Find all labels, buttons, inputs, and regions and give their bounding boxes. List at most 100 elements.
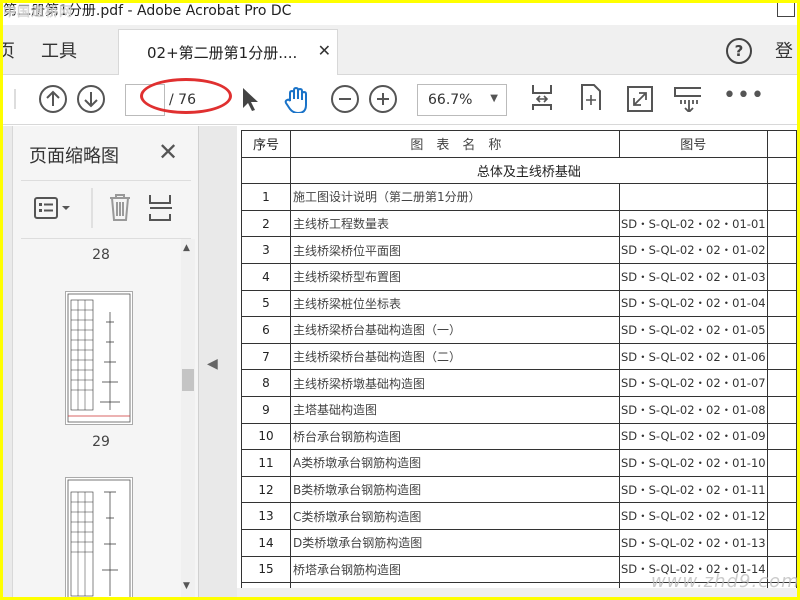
document-view[interactable]: 序号 图 表 名 称 图号 总体及主线桥基础 1 施工图设计说明（第二册第1分册）… xyxy=(237,126,797,597)
thumbnail-page-number: 29 xyxy=(92,434,110,450)
table-cell-code: SD・S-QL-02・02・01-01 xyxy=(618,209,768,238)
table-cell-code xyxy=(618,183,768,211)
table-cell-no: 2 xyxy=(241,209,291,238)
table-cell xyxy=(766,262,797,291)
annotation-ellipse xyxy=(140,78,232,114)
table-cell-code: SD・S-QL-02・02・01-09 xyxy=(618,422,768,451)
close-icon[interactable]: ✕ xyxy=(318,41,331,60)
drawing-thumbnail-icon xyxy=(67,293,131,423)
zoom-select[interactable]: 66.7% ▼ xyxy=(417,84,507,116)
scroll-up-icon[interactable]: ▲ xyxy=(183,243,190,253)
scroll-thumb[interactable] xyxy=(182,369,194,391)
panel-collapse-strip[interactable]: ◀ xyxy=(199,126,237,597)
table-cell-name: A类桥墩承台钢筋构造图 xyxy=(289,449,620,477)
table-cell-code: SD・S-QL-02・02・01-03 xyxy=(618,262,768,291)
table-row: 6 主线桥梁桥台基础构造图（一） SD・S-QL-02・02・01-05 xyxy=(241,316,797,344)
select-cursor-icon[interactable] xyxy=(235,85,263,113)
scroll-down-icon[interactable]: ▼ xyxy=(183,581,190,591)
tab-tools[interactable]: 工具 xyxy=(41,37,77,63)
table-row: 3 主线桥梁桥位平面图 SD・S-QL-02・02・01-02 xyxy=(241,236,797,264)
table-cell-no: 10 xyxy=(241,422,291,451)
table-cell-code: SD・S-QL-02・02・01-05 xyxy=(618,316,768,344)
toolbar: / 76 66.7% ▼ ••• xyxy=(3,75,797,125)
table-row: 13 C类桥墩承台钢筋构造图 SD・S-QL-02・02・01-12 xyxy=(241,502,797,530)
divider xyxy=(91,188,93,228)
table-cell-code: SD・S-QL-02・02・01-08 xyxy=(618,395,768,424)
tab-bar: 页 工具 02+第二册第1分册.... ✕ ? 登 xyxy=(3,25,797,75)
divider xyxy=(21,180,191,181)
table-cell-name: 主线桥梁桥墩基础构造图 xyxy=(289,369,620,397)
rotate-page-icon[interactable] xyxy=(575,82,603,110)
tab-document[interactable]: 02+第二册第1分册.... ✕ xyxy=(118,29,338,75)
next-page-button[interactable] xyxy=(77,85,105,113)
table-cell-name: C类桥墩承台钢筋构造图 xyxy=(289,502,620,530)
arrow-down-icon xyxy=(84,92,98,108)
chevron-left-icon[interactable]: ◀ xyxy=(207,356,218,372)
zoom-in-button[interactable] xyxy=(369,85,397,113)
zoom-out-button[interactable] xyxy=(331,85,359,113)
table-row: 9 主塔基础构造图 SD・S-QL-02・02・01-08 xyxy=(241,395,797,424)
table-cell xyxy=(241,156,291,185)
table-cell-no: 12 xyxy=(241,475,291,504)
page-extract-icon[interactable] xyxy=(147,192,175,222)
table-row: 4 主线桥梁桥型布置图 SD・S-QL-02・02・01-03 xyxy=(241,262,797,291)
full-screen-icon[interactable] xyxy=(625,84,653,112)
more-options-icon[interactable]: ••• xyxy=(723,85,764,115)
table-cell xyxy=(766,183,797,211)
table-cell-no: 14 xyxy=(241,528,291,557)
read-mode-icon[interactable] xyxy=(673,84,701,112)
column-header: 序号 xyxy=(241,130,291,158)
thumbnail-page-number: 28 xyxy=(92,247,110,263)
thumbnail-list: 28 29 xyxy=(21,239,181,597)
hand-tool-icon[interactable] xyxy=(281,85,309,113)
thumbnail-options-icon[interactable] xyxy=(33,196,73,220)
table-cell-name: B类桥墩承台钢筋构造图 xyxy=(289,475,620,504)
table-cell-no: 8 xyxy=(241,369,291,397)
title-bar: 第二册第1分册.pdf - Adobe Acrobat Pro DC 中国道桥网 xyxy=(3,3,797,25)
page-thumbnail[interactable] xyxy=(65,477,133,597)
table-cell-no: 4 xyxy=(241,262,291,291)
table-row: 8 主线桥梁桥墩基础构造图 SD・S-QL-02・02・01-07 xyxy=(241,369,797,397)
table-cell-code: SD・S-QL-02・02・01-06 xyxy=(618,342,768,371)
app-window: 第二册第1分册.pdf - Adobe Acrobat Pro DC 中国道桥网… xyxy=(3,3,797,597)
close-icon[interactable]: ✕ xyxy=(158,138,178,166)
window-maximize-button[interactable] xyxy=(777,3,795,17)
table-row: 11 A类桥墩承台钢筋构造图 SD・S-QL-02・02・01-10 xyxy=(241,449,797,477)
panel-tools xyxy=(21,182,191,237)
table-cell xyxy=(766,289,797,318)
table-cell-name: 主线桥梁桥台基础构造图（一） xyxy=(289,316,620,344)
chevron-down-icon: ▼ xyxy=(490,93,498,104)
page-thumbnail[interactable] xyxy=(65,291,133,425)
fit-page-icon[interactable] xyxy=(527,82,555,110)
table-body: 1 施工图设计说明（第二册第1分册） 2 主线桥工程数量表 SD・S-QL-02・02・… xyxy=(241,183,797,597)
thumbnails-panel: 页面缩略图 ✕ 28 29 ▲ ▼ xyxy=(3,126,199,597)
table-row: 2 主线桥工程数量表 SD・S-QL-02・02・01-01 xyxy=(241,209,797,238)
toolbar-left-edge xyxy=(14,89,16,109)
table-cell-code: SD・S-QL-02・02・01-13 xyxy=(618,528,768,557)
table-cell-no: 9 xyxy=(241,395,291,424)
login-link[interactable]: 登 xyxy=(775,37,793,63)
table-cell-code: SD・S-QL-02・02・01-11 xyxy=(618,475,768,504)
table-row: 1 施工图设计说明（第二册第1分册） xyxy=(241,183,797,211)
table-cell-name: 主线桥梁桥台基础构造图（二） xyxy=(289,342,620,371)
table-cell-name: 施工图设计说明（第二册第1分册） xyxy=(289,183,620,211)
thumbnail-scrollbar[interactable]: ▲ ▼ xyxy=(181,239,195,597)
arrow-up-icon xyxy=(46,90,60,106)
table-cell-no: 5 xyxy=(241,289,291,318)
panel-edge xyxy=(3,126,13,597)
table-cell xyxy=(766,449,797,477)
previous-page-button[interactable] xyxy=(39,85,67,113)
table-cell xyxy=(766,528,797,557)
help-icon[interactable]: ? xyxy=(726,38,752,64)
trash-icon[interactable] xyxy=(107,192,133,222)
tab-home[interactable]: 页 xyxy=(3,37,15,63)
table-cell-code: SD・S-QL-02・02・01-12 xyxy=(618,502,768,530)
table-cell xyxy=(766,395,797,424)
table-cell-code: SD・S-QL-02・02・01-02 xyxy=(618,236,768,264)
table-row: 12 B类桥墩承台钢筋构造图 SD・S-QL-02・02・01-11 xyxy=(241,475,797,504)
table-cell xyxy=(766,475,797,504)
table-cell-name: 桥台承台钢筋构造图 xyxy=(289,422,620,451)
table-cell-code: SD・S-QL-02・02・01-07 xyxy=(618,369,768,397)
tab-document-label: 02+第二册第1分册.... xyxy=(147,44,298,62)
table-cell-no: 13 xyxy=(241,502,291,530)
